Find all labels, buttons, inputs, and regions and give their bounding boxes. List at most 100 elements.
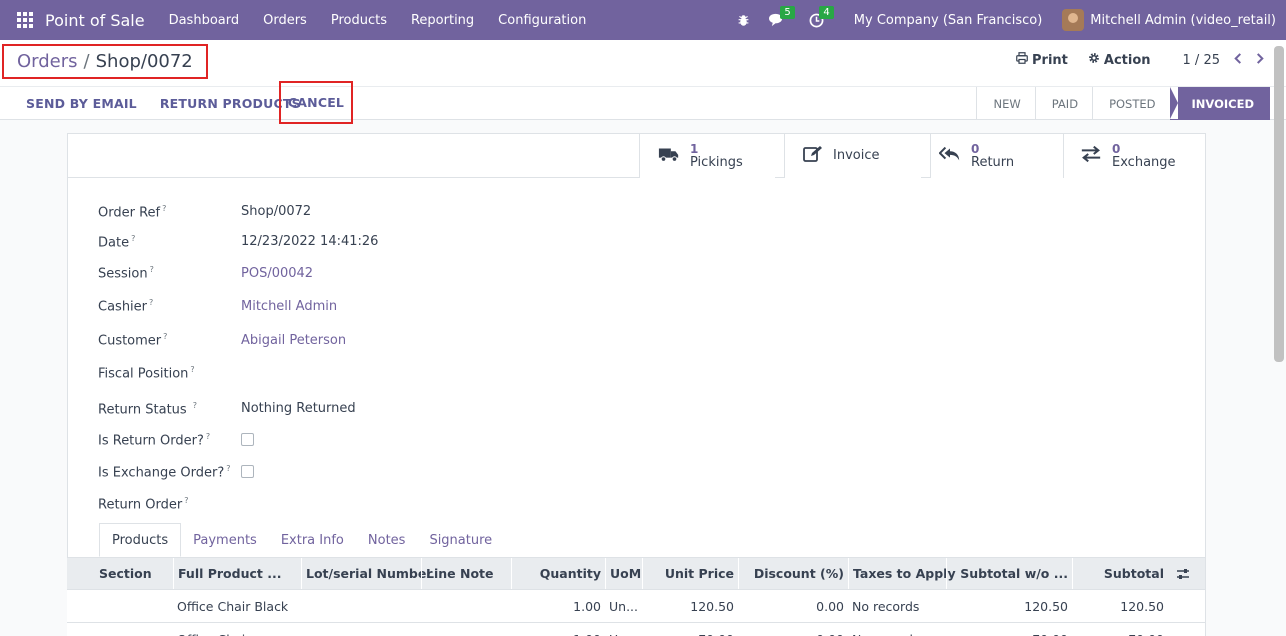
invoice-label: Invoice (833, 148, 880, 163)
apps-menu-icon[interactable] (17, 12, 33, 28)
edit-icon (803, 144, 823, 168)
cancel-button[interactable]: CANCEL (279, 81, 353, 124)
stage-posted[interactable]: POSTED (1092, 87, 1169, 120)
session-link[interactable]: POS/00042 (241, 266, 313, 281)
cell-discount: 0.00 (738, 623, 848, 636)
pager-value[interactable]: 1 / 25 (1183, 53, 1220, 68)
user-menu[interactable]: Mitchell Admin (video_retail) (1090, 13, 1276, 28)
fiscal-position-label: Fiscal Position? (98, 365, 195, 382)
menu-reporting[interactable]: Reporting (411, 13, 474, 28)
is-exchange-order-checkbox[interactable] (241, 465, 254, 478)
print-icon (1016, 52, 1028, 68)
return-smart-button[interactable]: 0 Return (930, 134, 1063, 178)
pager-next-icon[interactable] (1256, 52, 1264, 68)
cell-product: Office Chair Black (177, 598, 289, 614)
help-tooltip-icon[interactable]: ? (226, 464, 230, 473)
column-header-uom[interactable]: UoM (605, 558, 642, 589)
return-order-label: Return Order? (98, 496, 189, 513)
optional-columns-toggle-icon[interactable] (1168, 558, 1198, 589)
help-tooltip-icon[interactable]: ? (163, 332, 167, 341)
pager-previous-icon[interactable] (1234, 52, 1242, 68)
menu-dashboard[interactable]: Dashboard (169, 13, 240, 28)
date-label: Date? (98, 234, 136, 251)
tab-notes[interactable]: Notes (356, 523, 418, 557)
column-header-full-product[interactable]: Full Product ... (173, 558, 301, 589)
help-tooltip-icon[interactable]: ? (150, 265, 154, 274)
help-tooltip-icon[interactable]: ? (162, 204, 166, 213)
navbar-systray: 5 4 My Company (San Francisco) Mitchell … (737, 0, 1286, 40)
cell-taxes: No records (852, 598, 920, 614)
help-tooltip-icon[interactable]: ? (206, 432, 210, 441)
cell-taxes: No records (848, 623, 946, 636)
column-header-taxes[interactable]: Taxes to Apply (848, 558, 956, 589)
column-header-subtotal[interactable]: Subtotal (1072, 558, 1168, 589)
tab-extra-info[interactable]: Extra Info (269, 523, 356, 557)
cashier-link[interactable]: Mitchell Admin (241, 299, 337, 314)
help-tooltip-icon[interactable]: ? (149, 298, 153, 307)
help-tooltip-icon[interactable]: ? (184, 496, 188, 505)
activity-count-badge: 4 (819, 5, 834, 19)
cell-subtotal-wo-tax: 70.00 (946, 623, 1072, 636)
column-header-lot-serial[interactable]: Lot/serial Number (301, 558, 433, 589)
exchange-icon (1080, 144, 1102, 168)
cell-product: Office Chair (173, 623, 301, 636)
return-status-value: Nothing Returned (241, 401, 356, 416)
notebook-tabs: Products Payments Extra Info Notes Signa… (99, 523, 504, 557)
column-header-section[interactable]: Section (95, 558, 175, 589)
invoice-smart-button[interactable]: Invoice (784, 134, 921, 178)
user-avatar[interactable] (1062, 9, 1085, 31)
control-panel-right: Print Action 1 / 25 (996, 52, 1264, 68)
activity-clock-icon[interactable]: 4 (809, 5, 834, 28)
table-row[interactable]: Office Chair 1.00 Un... 70.00 0.00 No re… (67, 623, 1205, 636)
customer-link[interactable]: Abigail Peterson (241, 333, 346, 348)
tab-signature[interactable]: Signature (417, 523, 504, 557)
smart-button-box: 1 Pickings Invoice 0 Return 0 Exchange (68, 134, 1205, 178)
pickings-count: 1 (690, 142, 699, 156)
page-scrollbar[interactable] (1274, 46, 1284, 362)
is-return-order-checkbox[interactable] (241, 433, 254, 446)
stage-invoiced[interactable]: INVOICED (1169, 87, 1270, 120)
company-switcher[interactable]: My Company (San Francisco) (854, 13, 1042, 28)
menu-products[interactable]: Products (331, 13, 387, 28)
date-value: 12/23/2022 14:41:26 (241, 234, 379, 249)
help-tooltip-icon[interactable]: ? (190, 365, 194, 374)
tab-payments[interactable]: Payments (181, 523, 269, 557)
breadcrumb-orders-link[interactable]: Orders (17, 51, 78, 72)
bug-icon[interactable] (737, 14, 750, 27)
help-tooltip-icon[interactable]: ? (193, 401, 197, 410)
stage-paid[interactable]: PAID (1034, 87, 1092, 120)
table-row[interactable]: Office Chair Black 1.00 Un... 120.50 0.0… (67, 590, 1205, 623)
cell-subtotal: 120.50 (1120, 598, 1164, 614)
chat-count-badge: 5 (780, 6, 795, 19)
help-tooltip-icon[interactable]: ? (131, 234, 135, 243)
send-by-email-button[interactable]: SEND BY EMAIL (26, 96, 137, 111)
column-header-quantity[interactable]: Quantity (511, 558, 605, 589)
breadcrumb-current: Shop/0072 (95, 51, 193, 72)
breadcrumb-separator: / (83, 51, 90, 72)
cell-unit-price: 120.50 (690, 598, 734, 614)
reply-all-icon (938, 144, 961, 168)
column-header-discount[interactable]: Discount (%) (738, 558, 848, 589)
stage-new[interactable]: NEW (976, 87, 1034, 120)
print-button[interactable]: Print (1016, 52, 1068, 68)
tab-products[interactable]: Products (99, 523, 182, 557)
cell-note (421, 623, 511, 636)
chat-icon[interactable]: 5 (768, 6, 795, 27)
pickings-smart-button[interactable]: 1 Pickings (639, 134, 775, 178)
cell-unit-price: 70.00 (642, 623, 738, 636)
menu-orders[interactable]: Orders (263, 13, 307, 28)
cell-uom: Un... (605, 623, 642, 636)
app-name[interactable]: Point of Sale (45, 11, 145, 30)
column-header-unit-price[interactable]: Unit Price (642, 558, 738, 589)
gear-icon (1088, 52, 1100, 68)
cell-lot (301, 623, 421, 636)
order-lines-header: Section Full Product ... Lot/serial Numb… (67, 557, 1205, 590)
menu-configuration[interactable]: Configuration (498, 13, 586, 28)
cell-subtotal-wo-tax: 120.50 (1024, 598, 1068, 614)
column-header-subtotal-wo-tax[interactable]: Subtotal w/o ... (946, 558, 1072, 589)
action-label: Action (1103, 52, 1151, 68)
control-panel: Orders / Shop/0072 Print Action 1 / 25 S… (0, 40, 1286, 124)
column-header-line-note[interactable]: Line Note (421, 558, 511, 589)
action-button[interactable]: Action (1088, 52, 1151, 68)
exchange-smart-button[interactable]: 0 Exchange (1063, 134, 1205, 178)
